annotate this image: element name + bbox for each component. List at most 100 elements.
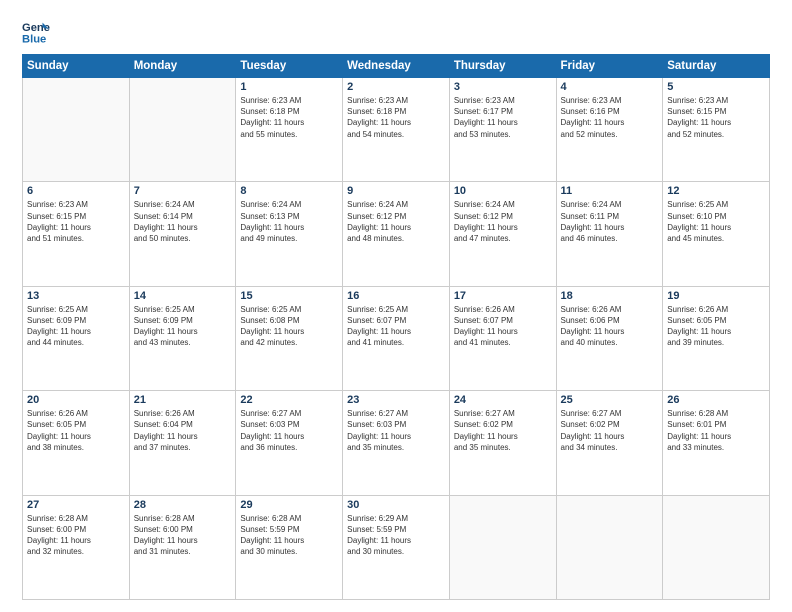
calendar-cell: 11 Sunrise: 6:24 AM Sunset: 6:11 PM Dayli… bbox=[556, 182, 663, 286]
weekday-header: Tuesday bbox=[236, 55, 343, 78]
calendar-cell bbox=[23, 78, 130, 182]
day-number: 8 bbox=[240, 185, 338, 197]
day-number: 12 bbox=[667, 185, 765, 197]
weekday-header: Monday bbox=[129, 55, 236, 78]
day-info: Sunrise: 6:26 AM Sunset: 6:06 PM Dayligh… bbox=[561, 304, 659, 349]
calendar-week-row: 27Sunrise: 6:28 AM Sunset: 6:00 PM Dayli… bbox=[23, 495, 770, 599]
weekday-header: Wednesday bbox=[343, 55, 450, 78]
day-number: 2 bbox=[347, 81, 445, 93]
calendar-week-row: 6Sunrise: 6:23 AM Sunset: 6:15 PM Daylig… bbox=[23, 182, 770, 286]
calendar-cell: 8Sunrise: 6:24 AM Sunset: 6:13 PM Daylig… bbox=[236, 182, 343, 286]
day-info: Sunrise: 6:24 AM Sunset: 6:14 PM Dayligh… bbox=[134, 199, 232, 244]
calendar-cell: 12Sunrise: 6:25 AM Sunset: 6:10 PM Dayli… bbox=[663, 182, 770, 286]
calendar-cell: 27Sunrise: 6:28 AM Sunset: 6:00 PM Dayli… bbox=[23, 495, 130, 599]
calendar-cell: 29Sunrise: 6:28 AM Sunset: 5:59 PM Dayli… bbox=[236, 495, 343, 599]
day-info: Sunrise: 6:28 AM Sunset: 6:00 PM Dayligh… bbox=[27, 513, 125, 558]
day-number: 30 bbox=[347, 499, 445, 511]
weekday-header: Friday bbox=[556, 55, 663, 78]
calendar-cell: 3 Sunrise: 6:23 AM Sunset: 6:17 PM Daylig… bbox=[449, 78, 556, 182]
day-number: 28 bbox=[134, 499, 232, 511]
calendar-cell: 10 Sunrise: 6:24 AM Sunset: 6:12 PM Dayli… bbox=[449, 182, 556, 286]
day-number: 18 bbox=[561, 290, 659, 302]
day-info: Sunrise: 6:26 AM Sunset: 6:05 PM Dayligh… bbox=[667, 304, 765, 349]
day-number: 22 bbox=[240, 394, 338, 406]
day-info: Sunrise: 6:27 AM Sunset: 6:03 PM Dayligh… bbox=[347, 408, 445, 453]
day-info: Sunrise: 6:26 AM Sunset: 6:04 PM Dayligh… bbox=[134, 408, 232, 453]
day-info: Sunrise: 6:27 AM Sunset: 6:02 PM Dayligh… bbox=[561, 408, 659, 453]
day-number: 17 bbox=[454, 290, 552, 302]
calendar-week-row: 20 Sunrise: 6:26 AM Sunset: 6:05 PM Dayli… bbox=[23, 391, 770, 495]
day-info: Sunrise: 6:24 AM Sunset: 6:11 PM Dayligh… bbox=[561, 199, 659, 244]
day-info: Sunrise: 6:25 AM Sunset: 6:09 PM Dayligh… bbox=[27, 304, 125, 349]
day-info: Sunrise: 6:23 AM Sunset: 6:15 PM Dayligh… bbox=[667, 95, 765, 140]
calendar-cell: 25 Sunrise: 6:27 AM Sunset: 6:02 PM Dayli… bbox=[556, 391, 663, 495]
calendar-cell bbox=[663, 495, 770, 599]
weekday-header: Thursday bbox=[449, 55, 556, 78]
day-info: Sunrise: 6:25 AM Sunset: 6:09 PM Dayligh… bbox=[134, 304, 232, 349]
day-number: 4 bbox=[561, 81, 659, 93]
calendar-cell: 19 Sunrise: 6:26 AM Sunset: 6:05 PM Dayli… bbox=[663, 286, 770, 390]
day-info: Sunrise: 6:23 AM Sunset: 6:18 PM Dayligh… bbox=[240, 95, 338, 140]
calendar-cell: 2Sunrise: 6:23 AM Sunset: 6:18 PM Daylig… bbox=[343, 78, 450, 182]
calendar-cell: 4 Sunrise: 6:23 AM Sunset: 6:16 PM Daylig… bbox=[556, 78, 663, 182]
day-info: Sunrise: 6:23 AM Sunset: 6:16 PM Dayligh… bbox=[561, 95, 659, 140]
calendar-cell: 9 Sunrise: 6:24 AM Sunset: 6:12 PM Daylig… bbox=[343, 182, 450, 286]
day-number: 10 bbox=[454, 185, 552, 197]
calendar-cell: 16 Sunrise: 6:25 AM Sunset: 6:07 PM Dayli… bbox=[343, 286, 450, 390]
calendar-cell bbox=[129, 78, 236, 182]
calendar-cell: 1 Sunrise: 6:23 AM Sunset: 6:18 PM Daylig… bbox=[236, 78, 343, 182]
calendar-cell: 15Sunrise: 6:25 AM Sunset: 6:08 PM Dayli… bbox=[236, 286, 343, 390]
day-number: 11 bbox=[561, 185, 659, 197]
day-number: 16 bbox=[347, 290, 445, 302]
day-info: Sunrise: 6:28 AM Sunset: 6:01 PM Dayligh… bbox=[667, 408, 765, 453]
day-number: 13 bbox=[27, 290, 125, 302]
day-number: 25 bbox=[561, 394, 659, 406]
calendar-cell: 22 Sunrise: 6:27 AM Sunset: 6:03 PM Dayli… bbox=[236, 391, 343, 495]
calendar-cell: 17 Sunrise: 6:26 AM Sunset: 6:07 PM Dayli… bbox=[449, 286, 556, 390]
page: General Blue SundayMondayTuesdayWednesda… bbox=[0, 0, 792, 612]
day-info: Sunrise: 6:27 AM Sunset: 6:03 PM Dayligh… bbox=[240, 408, 338, 453]
logo-icon: General Blue bbox=[22, 18, 50, 46]
calendar-table: SundayMondayTuesdayWednesdayThursdayFrid… bbox=[22, 54, 770, 600]
calendar-week-row: 13 Sunrise: 6:25 AM Sunset: 6:09 PM Dayli… bbox=[23, 286, 770, 390]
calendar-cell: 28 Sunrise: 6:28 AM Sunset: 6:00 PM Dayli… bbox=[129, 495, 236, 599]
calendar-cell: 6Sunrise: 6:23 AM Sunset: 6:15 PM Daylig… bbox=[23, 182, 130, 286]
calendar-cell: 23 Sunrise: 6:27 AM Sunset: 6:03 PM Dayli… bbox=[343, 391, 450, 495]
day-number: 7 bbox=[134, 185, 232, 197]
calendar-cell: 18 Sunrise: 6:26 AM Sunset: 6:06 PM Dayli… bbox=[556, 286, 663, 390]
logo: General Blue bbox=[22, 18, 50, 46]
day-info: Sunrise: 6:27 AM Sunset: 6:02 PM Dayligh… bbox=[454, 408, 552, 453]
day-info: Sunrise: 6:26 AM Sunset: 6:05 PM Dayligh… bbox=[27, 408, 125, 453]
day-number: 24 bbox=[454, 394, 552, 406]
weekday-header-row: SundayMondayTuesdayWednesdayThursdayFrid… bbox=[23, 55, 770, 78]
calendar-week-row: 1 Sunrise: 6:23 AM Sunset: 6:18 PM Daylig… bbox=[23, 78, 770, 182]
day-number: 19 bbox=[667, 290, 765, 302]
calendar-cell: 21 Sunrise: 6:26 AM Sunset: 6:04 PM Dayli… bbox=[129, 391, 236, 495]
calendar-cell: 5 Sunrise: 6:23 AM Sunset: 6:15 PM Daylig… bbox=[663, 78, 770, 182]
day-number: 1 bbox=[240, 81, 338, 93]
day-number: 20 bbox=[27, 394, 125, 406]
day-number: 21 bbox=[134, 394, 232, 406]
day-number: 5 bbox=[667, 81, 765, 93]
day-number: 9 bbox=[347, 185, 445, 197]
day-number: 26 bbox=[667, 394, 765, 406]
weekday-header: Saturday bbox=[663, 55, 770, 78]
day-info: Sunrise: 6:24 AM Sunset: 6:12 PM Dayligh… bbox=[454, 199, 552, 244]
calendar-cell: 14 Sunrise: 6:25 AM Sunset: 6:09 PM Dayli… bbox=[129, 286, 236, 390]
day-info: Sunrise: 6:24 AM Sunset: 6:12 PM Dayligh… bbox=[347, 199, 445, 244]
day-number: 23 bbox=[347, 394, 445, 406]
calendar-cell: 26 Sunrise: 6:28 AM Sunset: 6:01 PM Dayli… bbox=[663, 391, 770, 495]
day-number: 3 bbox=[454, 81, 552, 93]
weekday-header: Sunday bbox=[23, 55, 130, 78]
day-number: 6 bbox=[27, 185, 125, 197]
calendar-cell bbox=[556, 495, 663, 599]
calendar-cell: 30 Sunrise: 6:29 AM Sunset: 5:59 PM Dayli… bbox=[343, 495, 450, 599]
day-number: 14 bbox=[134, 290, 232, 302]
day-info: Sunrise: 6:29 AM Sunset: 5:59 PM Dayligh… bbox=[347, 513, 445, 558]
day-info: Sunrise: 6:26 AM Sunset: 6:07 PM Dayligh… bbox=[454, 304, 552, 349]
day-info: Sunrise: 6:25 AM Sunset: 6:07 PM Dayligh… bbox=[347, 304, 445, 349]
day-info: Sunrise: 6:23 AM Sunset: 6:17 PM Dayligh… bbox=[454, 95, 552, 140]
calendar-cell: 7 Sunrise: 6:24 AM Sunset: 6:14 PM Daylig… bbox=[129, 182, 236, 286]
day-info: Sunrise: 6:28 AM Sunset: 6:00 PM Dayligh… bbox=[134, 513, 232, 558]
day-number: 29 bbox=[240, 499, 338, 511]
